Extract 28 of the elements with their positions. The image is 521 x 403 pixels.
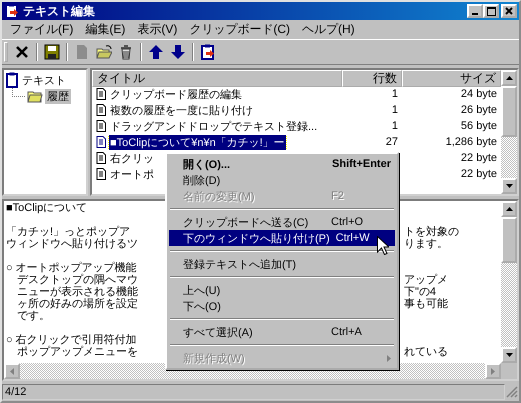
text-line: れている	[404, 346, 448, 358]
window-title: テキスト編集	[23, 2, 96, 20]
table-cell: 22 byte	[460, 168, 497, 180]
text-line: ○ オートポップアップ機能	[6, 262, 137, 274]
table-cell: 1,286 byte	[446, 136, 497, 148]
text-line: トを対象の	[404, 226, 459, 238]
table-cell: 1	[392, 120, 398, 132]
text-line: ヶ所の好みの場所を設定	[16, 298, 138, 310]
table-cell: 1	[392, 104, 398, 116]
text-line: ニューが表示される機能	[16, 286, 138, 298]
text-line: ○ 右クリックで引用符付加	[6, 334, 137, 346]
text-line: 下"の4	[404, 286, 436, 298]
table-cell: 26 byte	[460, 104, 497, 116]
text-line: です。	[16, 310, 50, 322]
text-line: ウィンドウへ貼り付けるツ	[6, 238, 138, 250]
text-line: 事も可能	[404, 298, 448, 310]
table-cell: 1	[392, 88, 398, 100]
table-cell: 24 byte	[460, 88, 497, 100]
text-line: ポップアップメニューを	[16, 346, 138, 358]
text-line: アップメ	[404, 274, 448, 286]
table-cell: 56 byte	[460, 120, 497, 132]
status-text: 4/12	[2, 384, 505, 400]
text-line: デスクトップの隅へマウ	[16, 274, 138, 286]
table-cell: 27	[386, 136, 398, 148]
text-line: 「カチッ!」っとポップア	[6, 226, 130, 238]
text-line: ります。	[404, 238, 448, 250]
text-line: ■ToClipについて	[6, 202, 88, 214]
table-cell: 22 byte	[460, 152, 497, 164]
